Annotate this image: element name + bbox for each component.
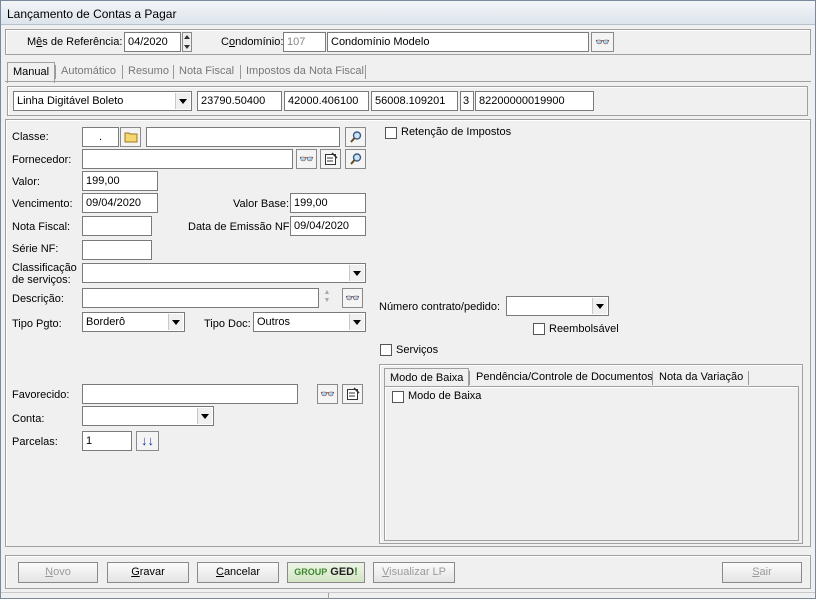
reembolsavel-checkbox[interactable] [533,323,545,335]
tipo-doc-select[interactable]: Outros [253,312,366,332]
double-down-arrow-icon[interactable]: ↓↓ [136,431,159,451]
boleto-field-5[interactable]: 82200000019900 [475,91,594,111]
favorecido-label: Favorecido: [12,389,70,401]
servicos-checkbox[interactable] [380,344,392,356]
binoculars-icon[interactable]: 👓 [591,32,614,52]
boleto-field-1[interactable]: 23790.50400 [197,91,282,111]
numero-contrato-label: Número contrato/pedido: [379,301,501,313]
retencao-impostos-checkbox[interactable] [385,127,397,139]
tab-separator [652,371,653,385]
condominio-name-input[interactable]: Condomínio Modelo [327,32,589,52]
valor-input[interactable]: 199,00 [82,171,158,191]
tab-manual[interactable]: Manual [7,62,56,83]
boleto-field-4[interactable]: 3 [460,91,474,111]
modo-baixa-label: Modo de Baixa [408,390,482,402]
gravar-button[interactable]: Gravar [107,562,189,583]
visualizar-lp-button[interactable]: Visualizar LP [373,562,455,583]
classificacao-servicos-select[interactable] [82,263,366,283]
sair-button[interactable]: Sair [722,562,802,583]
mes-referencia-input[interactable]: 04/2020 [124,32,181,52]
tab-baseline [5,81,811,82]
descricao-input[interactable] [82,288,319,308]
boleto-type-select[interactable]: Linha Digitável Boleto [13,91,192,111]
classe-label: Classe: [12,131,49,143]
binoculars-icon[interactable]: 👓 [342,288,363,308]
classificacao-label-line1: Classificação [12,262,77,274]
condominio-code-input[interactable]: 107 [283,32,326,52]
nota-fiscal-label: Nota Fiscal: [12,221,71,233]
mes-referencia-label: Mês de Referência: [27,36,123,48]
tab-impostos-nota-fiscal[interactable]: Impostos da Nota Fiscal [241,62,369,81]
data-emissao-label: Data de Emissão NF: [188,221,293,233]
reembolsavel-label: Reembolsável [549,323,619,335]
retencao-impostos-label: Retenção de Impostos [401,126,512,138]
folder-icon[interactable] [120,127,141,147]
boleto-field-3[interactable]: 56008.109201 [371,91,458,111]
numero-contrato-select[interactable] [506,296,609,316]
tab-separator [469,371,470,385]
window-title: Lançamento de Contas a Pagar [1,1,815,25]
condominio-label: Condomínio: [221,36,284,48]
parcelas-input[interactable]: 1 [82,431,132,451]
subtab-content-panel [384,386,799,541]
favorecido-input[interactable] [82,384,298,404]
tab-separator [748,371,749,385]
conta-select[interactable] [82,406,214,426]
status-bar-separator [328,593,329,599]
vencimento-input[interactable]: 09/04/2020 [82,193,158,213]
chevron-down-icon [175,93,190,109]
tipo-doc-label: Tipo Doc: [204,318,251,330]
descricao-label: Descrição: [12,293,64,305]
valor-label: Valor: [12,176,40,188]
chevron-down-icon [349,314,364,330]
data-emissao-input[interactable]: 09/04/2020 [290,216,366,236]
status-bar-divider [1,592,815,593]
fornecedor-input[interactable] [82,149,293,169]
servicos-label: Serviços [396,344,439,356]
vencimento-label: Vencimento: [12,198,73,210]
classificacao-label-line2: de serviços: [12,274,71,286]
chevron-down-icon [592,298,607,314]
chevron-down-icon [168,314,183,330]
tipo-pgto-select[interactable]: Borderô [82,312,185,332]
search-icon[interactable] [345,127,366,147]
valor-base-label: Valor Base: [233,198,290,210]
tab-nota-fiscal[interactable]: Nota Fiscal [174,62,239,81]
tab-resumo[interactable]: Resumo [123,62,174,81]
subtab-pendencia[interactable]: Pendência/Controle de Documentos [471,368,658,387]
classe-desc-input[interactable] [146,127,340,147]
nota-fiscal-input[interactable] [82,216,152,236]
conta-label: Conta: [12,413,45,425]
search-icon[interactable] [345,149,366,169]
binoculars-icon[interactable]: 👓 [317,384,338,404]
boleto-field-2[interactable]: 42000.406100 [284,91,369,111]
serie-nf-label: Série NF: [12,243,59,255]
tab-separator [365,65,366,79]
subtab-nota-variacao[interactable]: Nota da Variação [654,368,748,387]
group-ged-button[interactable]: GROUP GED! [287,562,365,583]
descricao-scroll-arrows[interactable]: ▲ ▼ [322,289,332,307]
edit-form-icon[interactable] [320,149,341,169]
main-window: Lançamento de Contas a Pagar Mês de Refe… [0,0,816,599]
binoculars-icon[interactable]: 👓 [296,149,317,169]
classe-code-input[interactable]: . [82,127,119,147]
mes-referencia-spinner[interactable] [182,32,192,52]
modo-baixa-checkbox[interactable] [392,391,404,403]
tab-automatico[interactable]: Automático [56,62,121,81]
novo-button[interactable]: Novo [18,562,98,583]
subtab-modo-baixa[interactable]: Modo de Baixa [384,368,470,387]
parcelas-label: Parcelas: [12,436,58,448]
serie-nf-input[interactable] [82,240,152,260]
chevron-down-icon [197,408,212,424]
cancelar-button[interactable]: Cancelar [197,562,279,583]
fornecedor-label: Fornecedor: [12,154,72,166]
edit-form-icon[interactable] [342,384,363,404]
tipo-pgto-label: Tipo Pgto: [12,318,62,330]
valor-base-input[interactable]: 199,00 [290,193,366,213]
chevron-down-icon [349,265,364,281]
